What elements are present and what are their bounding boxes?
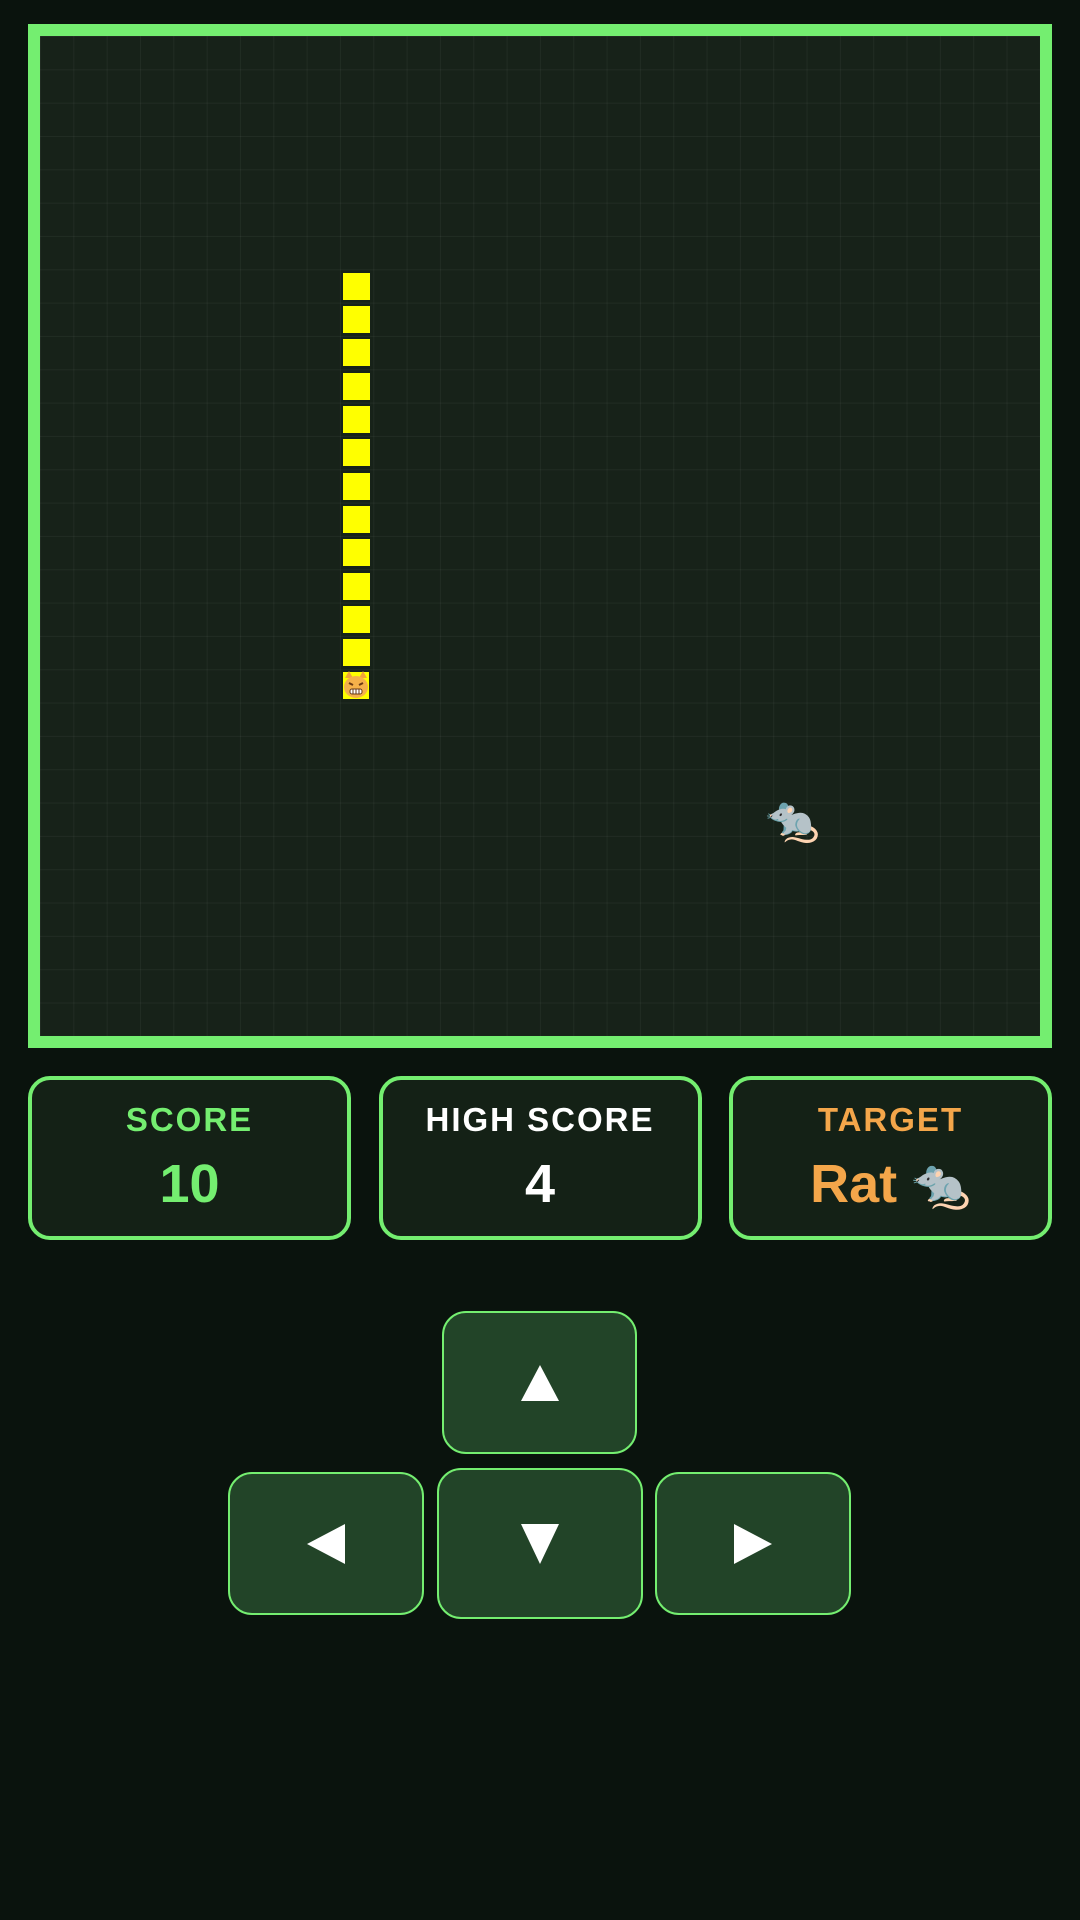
arrow-down-icon bbox=[521, 1523, 559, 1564]
score-label: SCORE bbox=[125, 1101, 254, 1138]
arrow-right-icon bbox=[734, 1523, 772, 1564]
arrow-left-icon bbox=[307, 1523, 345, 1564]
snake-body-segment bbox=[343, 272, 371, 300]
left-button[interactable] bbox=[228, 1472, 424, 1615]
up-button[interactable] bbox=[442, 1311, 637, 1454]
right-button[interactable] bbox=[655, 1472, 851, 1615]
down-button[interactable] bbox=[437, 1468, 643, 1619]
arrow-up-icon bbox=[520, 1364, 559, 1401]
snake-body-segment bbox=[343, 405, 371, 433]
snake-body-segment bbox=[343, 539, 371, 567]
target-value: Rat bbox=[810, 1154, 898, 1214]
snake-body-segment bbox=[343, 605, 371, 633]
snake-body-segment bbox=[343, 505, 371, 533]
score-value: 10 bbox=[159, 1154, 220, 1214]
high-score-card: HIGH SCORE 4 bbox=[378, 1076, 702, 1240]
snake-body-segment bbox=[343, 572, 371, 600]
snake-body-segment bbox=[343, 339, 371, 367]
tiger-cat-face-icon bbox=[340, 669, 372, 701]
high-score-value: 4 bbox=[524, 1154, 556, 1214]
target-card: TARGET Rat 🐀 bbox=[729, 1076, 1052, 1240]
snake-body-segment bbox=[343, 472, 371, 500]
snake-body-segment bbox=[343, 439, 371, 467]
target-label: TARGET bbox=[817, 1101, 964, 1138]
score-card: SCORE 10 bbox=[28, 1076, 351, 1240]
snake-body-segment bbox=[343, 639, 371, 667]
stats-panel: SCORE 10 HIGH SCORE 4 TARGET Rat 🐀 bbox=[28, 1076, 1052, 1240]
snake-body-segment bbox=[343, 372, 371, 400]
snake-body-segment bbox=[343, 305, 371, 333]
rat-food-icon: 🐀 bbox=[765, 793, 821, 845]
rat-icon: 🐀 bbox=[911, 1156, 971, 1212]
high-score-label: HIGH SCORE bbox=[425, 1101, 655, 1138]
game-board[interactable]: 🐀 bbox=[28, 24, 1052, 1048]
target-value-row: Rat 🐀 bbox=[810, 1152, 971, 1216]
